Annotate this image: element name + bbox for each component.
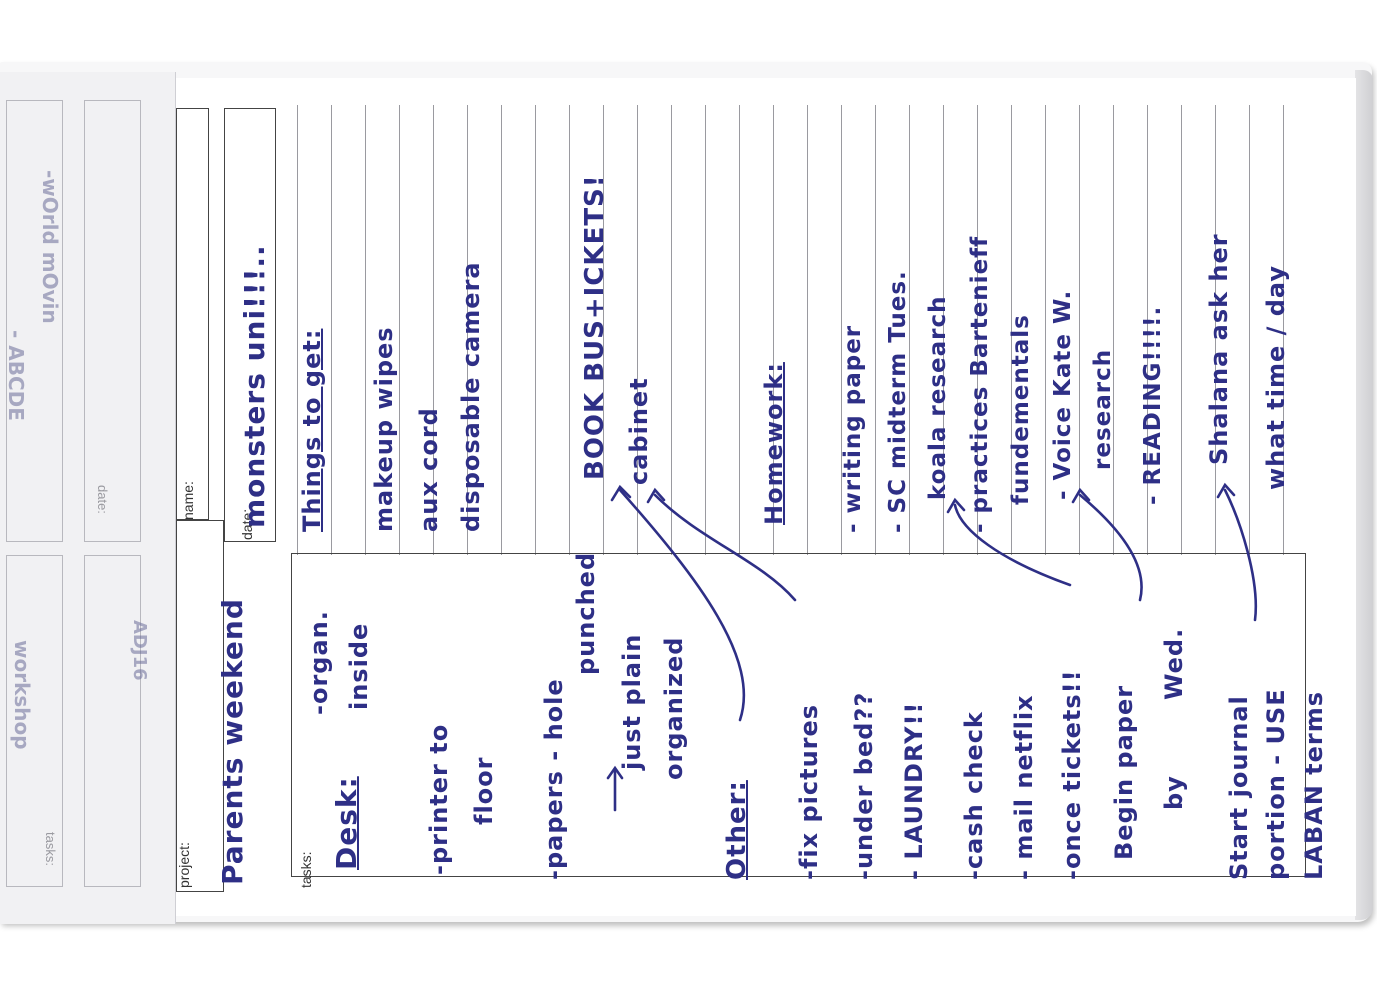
arrow-paper-to-voice [1078,493,1143,602]
arrow-just-plain-to-book [618,488,746,722]
arrow-doodles [606,482,1258,812]
arrow-tickets-to-koala [953,503,1072,587]
arrow-fix-pictures-to-cabinet [653,493,797,602]
arrow-journal-to-shalana [1223,488,1258,622]
